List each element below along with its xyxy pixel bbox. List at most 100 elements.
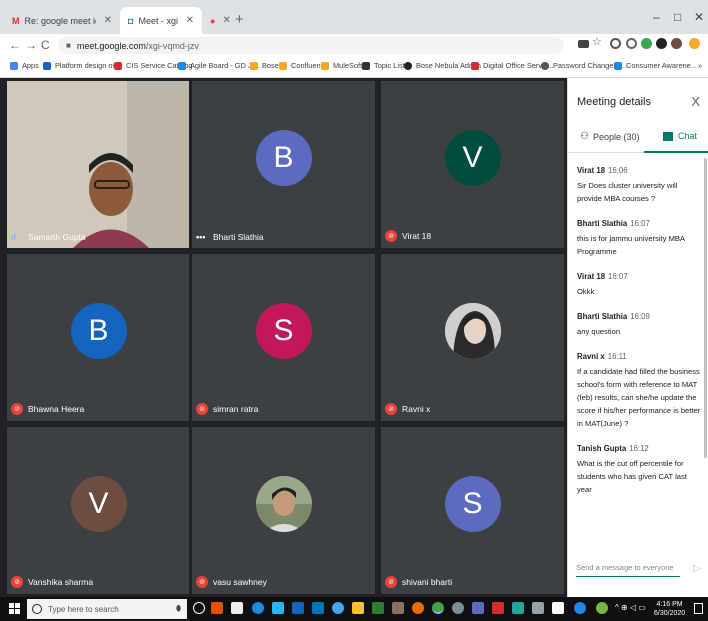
bookmark-item[interactable]: MuleSoft [321,61,362,70]
avatar-photo [255,475,312,532]
excel-icon[interactable] [372,602,384,614]
app-icon[interactable] [512,602,524,614]
edge-icon[interactable] [252,602,264,614]
update-icon[interactable] [689,38,700,49]
new-tab-button[interactable]: + [235,11,244,28]
bookmark-item[interactable]: Bose Nebula Admin [404,61,481,70]
skype-icon[interactable] [272,602,284,614]
chat-message: Virat 18 16:06 Sir Does cluster universit… [577,166,703,205]
tab-meet[interactable]: ◘ Meet - xgi-vqmd-jzv ✕ [120,7,202,34]
url-field[interactable]: ■ meet.google.com/xgi-vqmd-jzv [58,37,564,54]
close-icon[interactable]: ✕ [186,15,194,26]
forward-icon[interactable]: → [25,38,37,52]
star-icon[interactable]: ☆ [592,35,603,48]
profile-avatar[interactable] [671,38,682,49]
notification-icon[interactable] [694,603,703,614]
close-icon[interactable]: ✕ [104,15,112,26]
folder-icon [250,61,258,70]
app-icon[interactable] [231,602,243,614]
mic-off-icon: ⊘ [11,576,23,588]
message-time: 16:09 [630,312,650,321]
taskbar-clock[interactable]: 4:16 PM 6/30/2020 [654,600,685,618]
participant-tile[interactable]: ıl Samarth Gupta [4,78,193,251]
bookmarks-more[interactable]: » [698,61,702,70]
tab-recording[interactable]: ● ✕ [202,7,232,34]
app-icon[interactable] [392,602,404,614]
participant-tile[interactable]: V ⊘ Virat 18 [378,78,567,251]
app-icon[interactable] [472,602,484,614]
close-icon[interactable]: ✕ [222,15,230,26]
panel-title: Meeting details [577,96,651,108]
chrome-icon[interactable] [432,602,444,614]
participant-tile[interactable]: ⊘ vasu sawhney [189,424,378,597]
settings-icon[interactable] [452,602,464,614]
record-icon: ● [210,15,216,26]
participant-name: ⊘ vasu sawhney [196,576,267,588]
extension-icon[interactable] [626,38,637,49]
task-view-icon[interactable] [193,602,205,614]
meeting-details-panel: Meeting details X ⚇ People (30) Chat Vir… [567,78,708,597]
file-explorer-icon[interactable] [352,602,364,614]
url-path: /xgi-vqmd-jzv [145,40,199,51]
participant-tile[interactable]: S ⊘ shivani bharti [378,424,567,597]
app-icon[interactable] [532,602,544,614]
app-icon[interactable] [292,602,304,614]
send-icon[interactable]: ▷ [693,563,701,574]
system-tray-icons[interactable]: ^ ⊕ ◁ ▭ [615,603,646,612]
bookmark-item[interactable]: Platform design ov... [43,61,122,70]
app-icon[interactable] [312,602,324,614]
extension-icon[interactable] [656,38,667,49]
mic-off-icon: ⊘ [385,230,397,242]
avatar: B [70,302,127,359]
app-icon[interactable] [552,602,564,614]
tab-people[interactable]: ⚇ People (30) [580,131,640,142]
app-icon[interactable] [211,602,223,614]
camera-icon[interactable] [578,40,589,48]
chat-scrollbar[interactable] [704,158,707,458]
participant-tile[interactable]: B ⊘ Bhawna Heera [4,251,193,424]
taskbar-search-input[interactable]: Type here to search ⬮ [27,599,187,619]
reload-icon[interactable]: C [41,38,50,52]
bookmark-item[interactable]: Agile Board - GD JI... [178,61,260,70]
windows-start-icon[interactable] [9,603,20,614]
tab-chat[interactable]: Chat [663,131,697,141]
mic-off-icon: ⊘ [385,403,397,415]
participant-tile[interactable]: V ⊘ Vanshika sharma [4,424,193,597]
acrobat-icon[interactable] [492,602,504,614]
participant-tile[interactable]: B ••• Bharti Slathia [189,78,378,251]
message-sender: Virat 18 [577,166,606,175]
participant-name: ⊘ Vanshika sharma [11,576,93,588]
ie-icon[interactable] [332,602,344,614]
message-text: any question [577,327,621,336]
extension-icon[interactable] [641,38,652,49]
participant-tile[interactable]: S ⊘ simran ratra [189,251,378,424]
maximize-button[interactable]: □ [674,10,681,24]
close-window-button[interactable]: ✕ [694,10,704,24]
folder-icon [321,61,329,70]
bookmark-item[interactable]: Topic List [362,61,405,70]
apps-icon [10,61,18,70]
participant-name: ⊘ simran ratra [196,403,258,415]
chat-message-list[interactable]: Virat 18 16:06 Sir Does cluster universit… [577,166,703,546]
tab-gmail[interactable]: M Re: google meet id - amitc.jmu@ ✕ [4,7,120,34]
app-icon[interactable] [596,602,608,614]
app-icon[interactable] [574,602,586,614]
message-sender: Bharti Slathia [577,312,628,321]
bookmark-item[interactable]: Consumer Awarene... [614,61,697,70]
back-icon[interactable]: ← [9,38,21,52]
participant-name: ⊘ Ravni x [385,403,430,415]
participant-tile[interactable]: ⊘ Ravni x [378,251,567,424]
minimize-button[interactable]: – [653,10,660,24]
bookmark-item[interactable]: Confluent [279,61,323,70]
avatar: V [70,475,127,532]
chat-compose-input[interactable]: Send a message to everyone [576,563,680,577]
bookmark-item[interactable]: Apps [10,61,39,70]
app-icon[interactable] [412,602,424,614]
bookmark-item[interactable]: Bose [250,61,279,70]
chat-message: Bharti Slathia 16:09 any question [577,312,703,338]
close-panel-button[interactable]: X [691,94,700,109]
message-text: this is for jammu university MBA Program… [577,234,685,256]
extension-icon[interactable] [610,38,621,49]
meet-icon: ◘ [128,15,134,26]
avatar: V [444,129,501,186]
